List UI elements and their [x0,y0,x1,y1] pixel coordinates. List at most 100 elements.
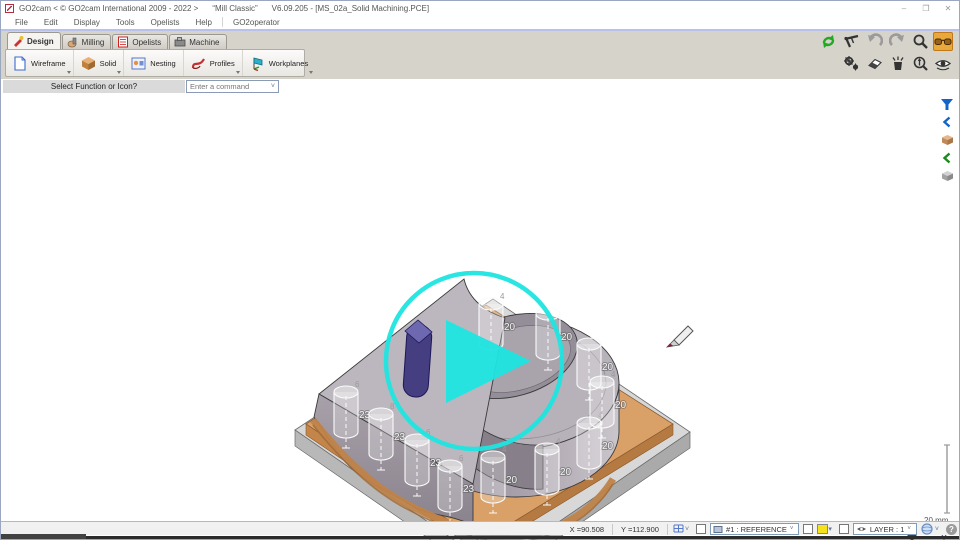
help-button[interactable]: ? [946,524,957,535]
gray-solid-icon[interactable] [939,169,955,183]
window-title-file: V6.09.205 - [MS_02a_Solid Machining.PCE] [272,4,429,13]
x-coordinate: X =90.508 [566,525,608,534]
right-tool-strip [937,97,957,183]
chevron-down-icon[interactable]: ˅ [271,83,275,90]
menu-go2operator[interactable]: GO2operator [225,18,288,27]
grid-checkbox[interactable] [696,524,706,534]
dropdown-caret[interactable] [117,71,121,74]
title-bar: GO2cam < © GO2cam International 2009 - 2… [1,1,959,15]
tab-opelists[interactable]: Opelists [112,34,168,49]
solid-icon [81,56,96,71]
command-prompt-label: Select Function or Icon? [3,80,185,93]
menu-help[interactable]: Help [188,18,220,27]
undo-icon[interactable] [864,32,884,51]
profiles-button[interactable]: Profiles [184,50,243,76]
tab-label: Opelists [132,38,161,47]
window-title-profile: “Mill Classic” [212,4,257,13]
refresh-icon[interactable] [818,32,838,51]
solid-body-icon[interactable] [939,133,955,147]
tool-label: Nesting [150,59,175,68]
command-input[interactable] [187,82,265,91]
layer-value: LAYER : 1 [870,525,904,534]
app-window: GO2cam < © GO2cam International 2009 - 2… [0,0,960,540]
chevron-down-icon: ˅ [790,526,794,532]
viewport-canvas[interactable]: 2362382362362042042042042020204 20 mm Z … [1,93,960,540]
command-combo[interactable]: ˅ [186,80,279,93]
dynamic-view-icon[interactable] [933,54,953,73]
y-coordinate: Y =112.900 [617,525,663,534]
menu-edit[interactable]: Edit [36,18,66,27]
hole-diameter-label: 20 [506,475,518,486]
color-swatch [817,524,828,534]
chevron-down-icon: ˅ [685,526,689,533]
layer-select[interactable]: LAYER : 1 ˅ [853,523,917,535]
solid-button[interactable]: Solid [74,50,125,76]
menu-bar: File Edit Display Tools Opelists Help GO… [1,15,959,29]
tab-milling[interactable]: Milling [62,34,112,49]
nesting-button[interactable]: Nesting [124,50,183,76]
dropdown-caret[interactable] [67,71,71,74]
milling-icon [67,36,79,48]
tab-machine[interactable]: Machine [169,34,226,49]
wireframe-button[interactable]: Wireframe [6,50,74,76]
quick-icons-row2 [841,54,953,73]
workplanes-icon [250,56,265,71]
view-glasses-icon[interactable] [933,32,953,51]
menu-opelists[interactable]: Opelists [143,18,188,27]
scale-bar: 20 mm [924,445,950,525]
quick-icons-row1 [818,32,953,51]
design-icon [12,35,24,47]
color-picker[interactable]: ▾ [817,524,835,534]
video-progress-track[interactable] [1,536,959,539]
tool-label: Wireframe [31,59,66,68]
ribbon-tabs: Design Milling Opelists Machine [7,32,228,49]
viewport[interactable]: 2362382362362042042042042020204 20 mm Z … [1,93,959,523]
simulation-icon[interactable] [841,54,861,73]
caliper-icon[interactable] [841,32,861,51]
close-button[interactable]: ✕ [937,2,959,15]
app-logo-icon [5,4,14,13]
eraser-icon[interactable] [864,54,884,73]
workplane-value: #1 : REFERENCE [726,525,787,534]
workplane-select[interactable]: #1 : REFERENCE ˅ [710,523,799,535]
menu-tools[interactable]: Tools [108,18,143,27]
video-progress-played[interactable] [1,534,86,539]
machine-icon [174,36,186,48]
workplanes-button[interactable]: Workplanes [243,50,315,76]
redo-icon[interactable] [887,32,907,51]
view-sphere-button[interactable]: ˅ [921,523,942,535]
menu-display[interactable]: Display [66,18,108,27]
status-bar: X =90.508 Y =112.900 ˅ #1 : REFERENCE ˅ … [1,521,959,535]
tool-label: Workplanes [269,59,308,68]
grid-toggle-button[interactable]: ˅ [672,523,692,535]
menu-file[interactable]: File [7,18,36,27]
tab-label: Milling [82,38,105,47]
color-checkbox[interactable] [839,524,849,534]
command-bar: Select Function or Icon? ˅ [1,80,959,94]
nesting-icon [131,57,146,70]
slot-feature [403,320,433,398]
maximize-button[interactable]: ❐ [915,2,937,15]
workplane-checkbox[interactable] [803,524,813,534]
hole-point-label: 6 [459,454,464,463]
zoom-fit-icon[interactable] [910,54,930,73]
hole-diameter-label: 23 [394,432,406,443]
dropdown-caret[interactable] [309,71,313,74]
tool-label: Solid [100,59,117,68]
hole-point-label: 4 [556,437,561,446]
design-tool-panel: Wireframe Solid Nesting Profiles Workpla… [5,49,305,77]
collapse-left-blue-icon[interactable] [939,115,955,129]
dropdown-caret[interactable] [236,71,240,74]
hole-diameter-label: 20 [602,362,614,373]
zoom-search-icon[interactable] [910,32,930,51]
wireframe-icon [13,56,27,71]
pencil-cursor [667,326,693,347]
filter-icon[interactable] [939,97,955,111]
tab-label: Design [27,37,54,46]
tab-design[interactable]: Design [7,32,61,49]
hole-point-label: 6 [355,380,360,389]
minimize-button[interactable]: – [893,2,915,15]
collapse-left-green-icon[interactable] [939,151,955,165]
tab-label: Machine [189,38,219,47]
material-remove-icon[interactable] [887,54,907,73]
